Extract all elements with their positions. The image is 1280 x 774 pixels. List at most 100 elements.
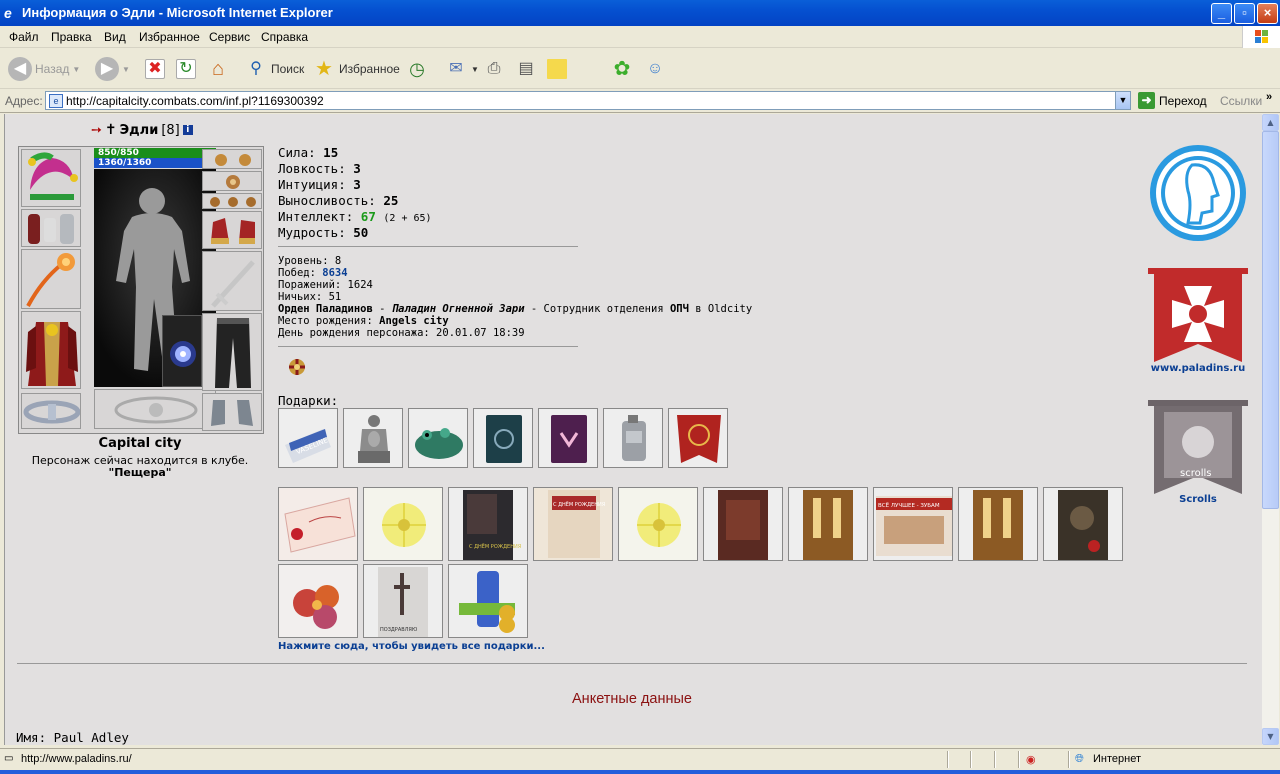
minimize-button[interactable]: _ [1211,3,1232,24]
gloves-slot[interactable] [202,211,262,249]
address-input[interactable]: e http://capitalcity.combats.com/inf.pl?… [45,91,1131,110]
favorites-button[interactable]: ★ Избранное [312,56,400,82]
print-button[interactable]: ⎙ [482,56,506,82]
messenger-icon: ☺ [646,60,664,77]
taskbar-edge [0,770,1280,774]
close-button[interactable]: × [1257,3,1278,24]
bottom-slot[interactable] [94,389,216,429]
gift-vase-coins[interactable] [448,564,528,638]
stat-endurance: Выносливость: 25 [278,193,399,208]
gift-book-blue[interactable] [473,408,533,468]
privacy-icon[interactable]: ◉ [1026,753,1036,766]
boots-slot[interactable] [202,393,262,431]
paladins-link[interactable]: www.paladins.ru [1145,363,1251,374]
menu-file[interactable]: Файл [9,30,39,44]
gift-card-champagne[interactable] [958,487,1038,561]
gift-figurine[interactable] [343,408,403,468]
gift-flower-yellow[interactable] [618,487,698,561]
gift-card-champagne[interactable] [788,487,868,561]
gifts-label: Подарки: [278,393,339,408]
forward-button[interactable]: ▶ ▼ [95,56,130,82]
page-status-icon: ▭ [4,753,14,764]
menu-help[interactable]: Справка [261,30,308,44]
address-dropdown[interactable]: ▼ [1115,91,1131,110]
order-badge-icon[interactable] [285,355,309,382]
birthday-line: День рождения персонажа: 20.01.07 18:39 [278,327,525,339]
profile-name-line: Имя: Paul Adley [16,730,129,745]
stop-button[interactable]: ✖ [145,56,165,82]
scroll-down-button[interactable]: ▼ [1262,728,1279,745]
chevron-right-icon[interactable]: » [1266,91,1272,103]
gift-flower-yellow[interactable] [363,487,443,561]
back-button[interactable]: ◀ Назад ▼ [8,56,80,82]
links-button[interactable]: Ссылки [1220,94,1262,108]
menu-edit[interactable]: Правка [51,30,92,44]
scroll-up-button[interactable]: ▲ [1262,114,1279,131]
vertical-scrollbar[interactable]: ▲ ▼ [1262,114,1279,745]
paladins-banner-icon[interactable] [1146,266,1250,364]
all-gifts-link[interactable]: Нажмите сюда, чтобы увидеть все подарки.… [278,641,545,652]
stop-icon: ✖ [145,59,165,79]
discuss-button[interactable] [547,56,567,82]
edit-button[interactable]: ▤ [514,56,538,82]
home-button[interactable]: ⌂ [206,56,230,82]
losses-line: Поражений: 1624 [278,279,373,291]
gift-book-purple[interactable] [538,408,598,468]
history-button[interactable]: ◷ [405,56,429,82]
character-name: Эдли [119,122,159,138]
messenger-button[interactable]: ☺ [643,56,667,82]
svg-text:ВСЁ ЛУЧШЕЕ - ЗУБАМ: ВСЁ ЛУЧШЕЕ - ЗУБАМ [878,502,940,509]
scrolls-banner-icon[interactable]: scrolls [1146,398,1250,496]
page-content: ➙ ✝ Эдли [8] i 850/850 1360/1360 Capital… [4,114,1262,745]
gift-vaseline[interactable]: VASELINE [278,408,338,468]
inventory-panel: 850/850 1360/1360 [18,146,264,434]
weapon-left-slot[interactable] [21,249,81,309]
back-label: Назад [35,62,70,76]
refresh-button[interactable]: ↻ [176,56,196,82]
earring-slot[interactable] [202,149,262,169]
scroll-thumb[interactable] [1262,131,1279,509]
wins-line: Побед: 8634 [278,267,348,279]
divider [278,346,578,347]
orb-slot[interactable] [162,315,202,387]
armor-slot[interactable] [21,311,81,389]
rings-slot[interactable] [202,193,262,209]
section-divider [17,663,1247,664]
pants-slot[interactable] [202,313,262,391]
menu-favorites[interactable]: Избранное [139,30,200,44]
bracers-slot[interactable] [21,209,81,247]
menu-tools[interactable]: Сервис [209,30,250,44]
icq-flower-icon: ✿ [613,58,631,80]
menu-view[interactable]: Вид [104,30,126,44]
helmet-slot[interactable] [21,149,81,207]
profile-emblem-icon[interactable] [1148,143,1248,243]
stat-agility: Ловкость: 3 [278,161,361,176]
gift-banner[interactable] [668,408,728,468]
gift-bouquet[interactable] [278,564,358,638]
search-label: Поиск [271,62,305,76]
arrow-right-icon[interactable]: ➙ [91,123,102,138]
belt-slot[interactable] [21,393,81,429]
icq-button[interactable]: ✿ [610,56,634,82]
chevron-down-icon: ▼ [72,64,81,74]
stat-intellect: Интеллект: 67 (2 + 65) [278,209,432,224]
maximize-button[interactable]: ▫ [1234,3,1255,24]
go-button[interactable]: ➜ Переход [1138,92,1207,109]
gift-card-warrior[interactable] [1043,487,1123,561]
weapon-right-slot[interactable] [202,251,262,311]
gift-flask[interactable] [603,408,663,468]
stat-strength: Сила: 15 [278,145,339,160]
amulet-slot[interactable] [202,171,262,191]
gift-card-birthday-dark[interactable]: С ДНЁМ РОЖДЕНИЯ [448,487,528,561]
info-icon[interactable]: i [182,125,193,135]
gift-card-best-teeth[interactable]: ВСЁ ЛУЧШЕЕ - ЗУБАМ [873,487,953,561]
home-icon: ⌂ [211,58,225,80]
gift-frog[interactable] [408,408,468,468]
gift-card-letter[interactable] [278,487,358,561]
search-button[interactable]: ⚲ Поиск [244,56,304,82]
gift-card-congrats[interactable]: ПОЗДРАВЛЯЮ [363,564,443,638]
gift-card-happy-birthday[interactable]: С ДНЁМ РОЖДЕНИЯ [533,487,613,561]
scrolls-link[interactable]: Scrolls [1145,494,1251,505]
gift-card-dark-red[interactable] [703,487,783,561]
mail-button[interactable]: ✉ ▼ [444,56,479,82]
